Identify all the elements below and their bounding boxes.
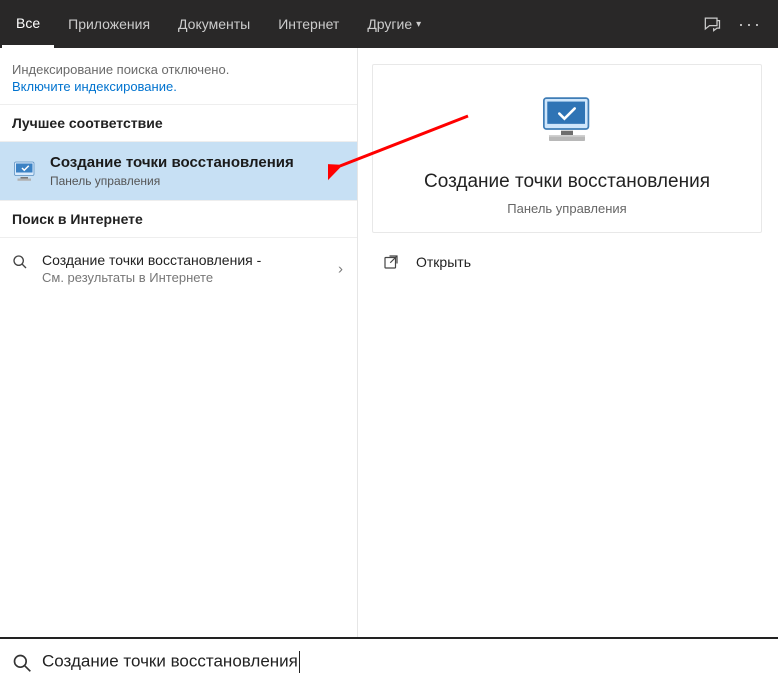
- detail-column: Создание точки восстановления Панель упр…: [358, 48, 778, 637]
- text-caret: [299, 651, 300, 673]
- web-result-subtitle: См. результаты в Интернете: [42, 270, 317, 285]
- action-open[interactable]: Открыть: [372, 239, 764, 285]
- detail-actions: Открыть: [372, 239, 764, 285]
- search-tabs-bar: Все Приложения Документы Интернет Другие…: [0, 0, 778, 48]
- tab-more-label: Другие: [367, 16, 412, 32]
- content-columns: Индексирование поиска отключено. Включит…: [0, 48, 778, 637]
- system-restore-icon: [10, 156, 40, 186]
- tab-docs-label: Документы: [178, 16, 250, 32]
- search-bar[interactable]: Создание точки восстановления: [0, 637, 778, 685]
- web-result-title: Создание точки восстановления -: [42, 252, 317, 268]
- search-input[interactable]: Создание точки восстановления: [42, 651, 300, 673]
- section-web-search: Поиск в Интернете: [0, 200, 357, 238]
- chevron-down-icon: ▾: [416, 19, 421, 30]
- tab-internet[interactable]: Интернет: [264, 0, 353, 48]
- results-column: Индексирование поиска отключено. Включит…: [0, 48, 358, 637]
- detail-title: Создание точки восстановления: [393, 171, 741, 193]
- feedback-icon[interactable]: [702, 14, 722, 34]
- indexing-notice: Индексирование поиска отключено. Включит…: [0, 48, 357, 104]
- detail-subtitle: Панель управления: [393, 201, 741, 216]
- chevron-right-icon: ›: [338, 260, 343, 277]
- best-match-title: Создание точки восстановления: [50, 154, 345, 171]
- tab-all[interactable]: Все: [2, 0, 54, 48]
- indexing-off-text: Индексирование поиска отключено.: [12, 62, 345, 77]
- web-search-result[interactable]: Создание точки восстановления - См. резу…: [0, 238, 357, 299]
- tab-all-label: Все: [16, 15, 40, 31]
- open-icon: [382, 253, 400, 271]
- search-query-text: Создание точки восстановления: [42, 651, 298, 670]
- action-open-label: Открыть: [416, 254, 471, 270]
- tab-apps[interactable]: Приложения: [54, 0, 164, 48]
- search-icon: [12, 653, 30, 671]
- more-options-icon[interactable]: ···: [740, 14, 760, 34]
- tab-documents[interactable]: Документы: [164, 0, 264, 48]
- tab-web-label: Интернет: [278, 16, 339, 32]
- section-best-match: Лучшее соответствие: [0, 104, 357, 142]
- tab-more[interactable]: Другие ▾: [353, 0, 435, 48]
- search-icon: [12, 254, 28, 270]
- detail-card: Создание точки восстановления Панель упр…: [372, 64, 762, 233]
- best-match-subtitle: Панель управления: [50, 174, 345, 188]
- enable-indexing-link[interactable]: Включите индексирование.: [12, 79, 177, 94]
- best-match-result[interactable]: Создание точки восстановления Панель упр…: [0, 142, 357, 200]
- tab-apps-label: Приложения: [68, 16, 150, 32]
- topbar-right: ···: [702, 14, 776, 34]
- detail-hero-icon: [393, 93, 741, 153]
